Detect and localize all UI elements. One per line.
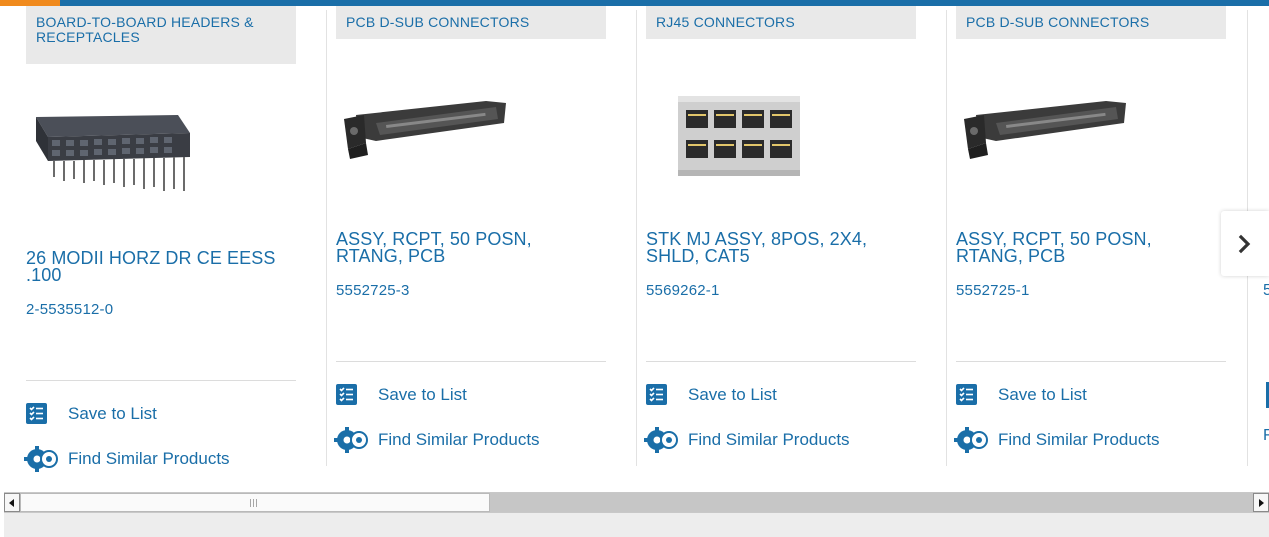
category-label[interactable]: PCB D-SUB CONNECTORS [956, 6, 1226, 39]
find-similar-products-label: Find Similar Products [68, 449, 230, 468]
category-label[interactable]: PCB D-SUB CONNECTORS [336, 6, 606, 39]
scroll-left-button[interactable] [4, 493, 20, 512]
next-card-find-fragment[interactable]: F [1263, 427, 1269, 445]
save-to-list-button[interactable]: Save to List [26, 403, 157, 424]
product-card: PCB D-SUB CONNECTORS ASSY, RCPT, 50 POSN… [326, 0, 606, 466]
scroll-right-button[interactable] [1253, 493, 1269, 512]
divider [646, 361, 916, 362]
rj45-connector-image[interactable] [674, 92, 804, 180]
find-similar-products-label: Find Similar Products [378, 430, 540, 449]
divider [26, 380, 296, 381]
save-to-list-icon [646, 384, 667, 405]
bottom-panel [4, 513, 1269, 537]
next-card-part-number-fragment[interactable]: 5 [1263, 282, 1269, 300]
category-label[interactable]: BOARD-TO-BOARD HEADERS & RECEPTACLES [26, 6, 296, 64]
divider [336, 361, 606, 362]
divider [956, 361, 1226, 362]
scroll-left-arrow-icon [9, 499, 14, 507]
part-number[interactable]: 2-5535512-0 [26, 301, 113, 318]
save-to-list-label: Save to List [688, 384, 777, 404]
part-number[interactable]: 5552725-1 [956, 282, 1030, 299]
product-card: RJ45 CONNECTORS STK MJ ASSY, 8POS, 2X4, … [636, 0, 916, 466]
product-title[interactable]: STK MJ ASSY, 8POS, 2X4, SHLD, CAT5 [646, 230, 906, 265]
product-title[interactable]: ASSY, RCPT, 50 POSN, RTANG, PCB [336, 230, 596, 265]
chevron-right-icon [1238, 234, 1251, 253]
find-similar-gears-icon [334, 427, 368, 453]
scrollbar-thumb[interactable] [20, 493, 490, 512]
product-card: PCB D-SUB CONNECTORS ASSY, RCPT, 50 POSN… [946, 0, 1226, 466]
part-number[interactable]: 5569262-1 [646, 282, 720, 299]
part-number[interactable]: 5552725-3 [336, 282, 410, 299]
carousel-next-button[interactable] [1221, 211, 1269, 276]
save-to-list-button[interactable]: Save to List [646, 384, 777, 405]
board-to-board-header-image[interactable] [28, 100, 208, 210]
find-similar-products-button[interactable]: Find Similar Products [644, 427, 850, 453]
product-title[interactable]: 26 MODII HORZ DR CE EESS .100 [26, 249, 286, 284]
scrollbar-grip-icon [250, 499, 259, 507]
find-similar-products-label: Find Similar Products [998, 430, 1160, 449]
product-carousel: BOARD-TO-BOARD HEADERS & RECEPTACLES 26 … [0, 0, 1269, 490]
d-sub-connector-image[interactable] [336, 88, 516, 198]
find-similar-gears-icon [24, 446, 58, 472]
save-to-list-icon [336, 384, 357, 405]
save-to-list-icon [26, 403, 47, 424]
d-sub-connector-image[interactable] [956, 88, 1136, 198]
scroll-right-arrow-icon [1259, 499, 1264, 507]
find-similar-gears-icon [954, 427, 988, 453]
find-similar-products-button[interactable]: Find Similar Products [334, 427, 540, 453]
save-to-list-button[interactable]: Save to List [336, 384, 467, 405]
product-title[interactable]: ASSY, RCPT, 50 POSN, RTANG, PCB [956, 230, 1216, 265]
find-similar-products-button[interactable]: Find Similar Products [954, 427, 1160, 453]
product-card: BOARD-TO-BOARD HEADERS & RECEPTACLES 26 … [24, 0, 296, 472]
find-similar-products-label: Find Similar Products [688, 430, 850, 449]
save-to-list-label: Save to List [378, 384, 467, 404]
horizontal-scrollbar[interactable] [4, 492, 1269, 513]
save-to-list-label: Save to List [998, 384, 1087, 404]
save-to-list-label: Save to List [68, 403, 157, 423]
save-to-list-icon [956, 384, 977, 405]
find-similar-products-button[interactable]: Find Similar Products [24, 446, 230, 472]
save-to-list-button[interactable]: Save to List [956, 384, 1087, 405]
category-label[interactable]: RJ45 CONNECTORS [646, 6, 916, 39]
find-similar-gears-icon [644, 427, 678, 453]
scrollbar-track[interactable] [490, 493, 1253, 512]
